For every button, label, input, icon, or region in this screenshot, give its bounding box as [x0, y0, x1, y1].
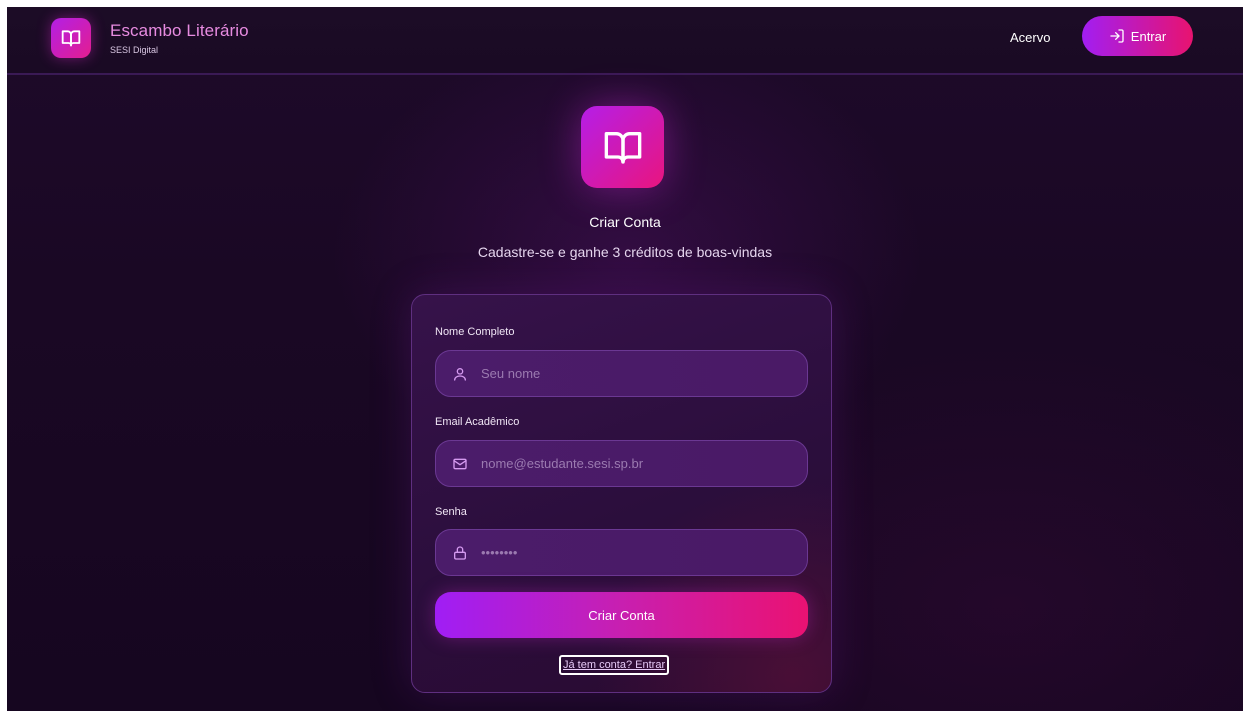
- enter-button-label: Entrar: [1130, 28, 1167, 44]
- login-arrow-icon: [1109, 28, 1125, 44]
- email-field-label: Email Acadêmico: [435, 416, 520, 428]
- enter-button[interactable]: Entrar: [1082, 16, 1193, 56]
- name-field[interactable]: [435, 350, 808, 397]
- brand-title[interactable]: Escambo Literário: [110, 21, 249, 41]
- top-navbar: Escambo Literário SESI Digital Acervo En…: [7, 7, 1243, 75]
- user-icon: [451, 365, 469, 383]
- hero-book-icon: [581, 106, 664, 188]
- password-field-label: Senha: [435, 506, 467, 518]
- email-field[interactable]: [435, 440, 808, 487]
- mail-icon: [451, 455, 469, 473]
- lock-icon: [451, 544, 469, 562]
- password-field[interactable]: [435, 529, 808, 576]
- logo-book-icon[interactable]: [51, 18, 91, 58]
- name-input[interactable]: [481, 366, 807, 381]
- page-subtitle: Cadastre-se e ganhe 3 créditos de boas-v…: [477, 244, 773, 260]
- create-account-button[interactable]: Criar Conta: [435, 592, 808, 638]
- app-window: Escambo Literário SESI Digital Acervo En…: [7, 7, 1243, 711]
- page-title: Criar Conta: [589, 214, 661, 230]
- login-link[interactable]: Já tem conta? Entrar: [559, 655, 670, 675]
- signup-form-card: Nome Completo Email Acadêmico Senha: [411, 294, 832, 693]
- nav-link-acervo[interactable]: Acervo: [1010, 30, 1050, 45]
- password-input[interactable]: [481, 545, 807, 560]
- name-field-label: Nome Completo: [435, 326, 515, 338]
- brand-subtitle: SESI Digital: [110, 45, 159, 55]
- email-input[interactable]: [481, 456, 807, 471]
